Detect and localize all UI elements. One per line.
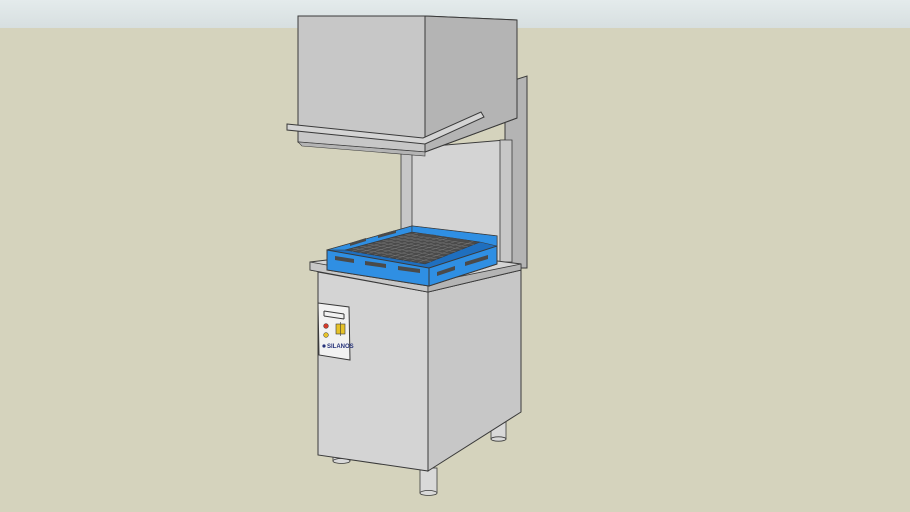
brand-logo-icon (322, 344, 326, 348)
cabinet-front-face (317, 271, 429, 472)
dishwasher-scene: SILANOS (0, 0, 910, 512)
leg-front-right (419, 467, 438, 494)
leg-back-right-foot (490, 436, 507, 442)
leg-front-right-foot (419, 490, 438, 496)
control-panel: SILANOS (317, 302, 354, 361)
brand-label: SILANOS (327, 344, 354, 350)
status-light-icon[interactable] (323, 323, 329, 329)
back-column-front (499, 139, 513, 263)
power-light-icon[interactable] (323, 332, 329, 338)
